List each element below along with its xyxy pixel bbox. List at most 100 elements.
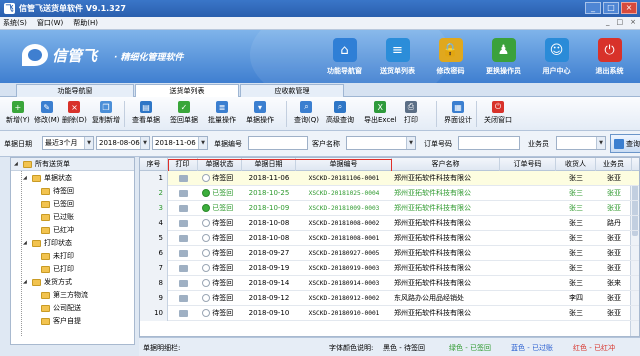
status-dot-icon (202, 309, 210, 317)
toolbar-button[interactable]: ⎙ 打印 (404, 101, 418, 127)
print-cell[interactable] (168, 246, 198, 261)
banner-nav-item[interactable]: ☺ 用户中心 (530, 34, 583, 80)
print-cell[interactable] (168, 306, 198, 321)
print-cell[interactable] (168, 261, 198, 276)
table-row[interactable]: 2 已签回 2018-10-25 XSCKD-20181025-0004 郑州亚拓软件… (140, 186, 639, 201)
toolbar-button[interactable]: ▾ 单据操作 (246, 101, 274, 127)
tree-group[interactable]: ◢ 发货方式 (23, 276, 72, 288)
toolbar-button[interactable]: + 新增(Y) (6, 101, 30, 127)
customer-input[interactable]: ▼ (346, 136, 416, 150)
salesperson-input[interactable]: ▼ (556, 136, 606, 150)
table-row[interactable]: 10 待签回 2018-09-10 XSCKD-20180910-0001 郑州亚拓软… (140, 306, 639, 321)
code-cell: XSCKD-20180919-0003 (308, 265, 380, 272)
menu-system[interactable]: 系统(S) (3, 18, 27, 28)
query-button[interactable]: 查询 (610, 134, 640, 153)
banner-nav-item[interactable]: ♟ 更换操作员 (477, 34, 530, 80)
column-header[interactable]: 序号 (140, 158, 168, 171)
tab-function-nav[interactable]: 功能导航窗 (16, 84, 134, 97)
legend-signed: 绿色 - 已签回 (449, 344, 491, 352)
print-cell[interactable] (168, 201, 198, 216)
tree-item[interactable]: 客户自提 (41, 315, 81, 327)
menu-help[interactable]: 帮助(H) (73, 18, 98, 28)
order-cell (502, 231, 556, 246)
tree-item[interactable]: 已签回 (41, 198, 74, 210)
banner-nav-item[interactable]: ⌂ 功能导航窗 (318, 34, 371, 80)
customer-cell: 郑州亚拓软件科技有限公 (394, 174, 471, 182)
toolbar-button[interactable]: ✓ 签回单据 (170, 101, 198, 127)
maximize-button[interactable]: □ (603, 2, 619, 14)
chevron-down-icon: ▼ (140, 137, 149, 149)
tree-item[interactable]: 公司配送 (41, 302, 81, 314)
minimize-button[interactable]: _ (585, 2, 601, 14)
tree-item-label: 已红冲 (53, 226, 74, 234)
date-from-field[interactable]: 2018-08-06 ▼ (96, 136, 150, 150)
row-number: 7 (140, 261, 168, 276)
print-cell[interactable] (168, 171, 198, 186)
toolbar-button[interactable]: × 删除(D) (62, 101, 87, 127)
table-row[interactable]: 7 待签回 2018-09-19 XSCKD-20180919-0003 郑州亚拓软件… (140, 261, 639, 276)
menu-window[interactable]: 窗口(W) (37, 18, 63, 28)
table-row[interactable]: 3 已签回 2018-10-09 XSCKD-20181009-0003 郑州亚拓软件… (140, 201, 639, 216)
tree-group[interactable]: ◢ 单据状态 (23, 172, 72, 184)
column-header[interactable]: 业务员 (596, 158, 632, 171)
date-range-select[interactable]: 最近3个月 ▼ (42, 136, 94, 150)
column-header[interactable]: 客户名称 (392, 158, 500, 171)
table-row[interactable]: 8 待签回 2018-09-14 XSCKD-20180914-0003 郑州亚拓软件… (140, 276, 639, 291)
mdi-minimize-button[interactable]: _ (606, 18, 610, 26)
banner-nav-item[interactable]: ⏻ 退出系统 (583, 34, 636, 80)
table-row[interactable]: 9 待签回 2018-09-12 XSCKD-20180912-0002 东风路办公用… (140, 291, 639, 306)
tree-item[interactable]: 待签回 (41, 185, 74, 197)
tree-root[interactable]: ◢ 所有送货单 (11, 158, 134, 171)
toolbar-button[interactable]: X 导出Excel (364, 101, 397, 127)
order-no-input[interactable] (458, 136, 520, 150)
tree-item[interactable]: 第三方物流 (41, 289, 88, 301)
customer-label: 客户名称 (312, 140, 340, 148)
toolbar-button[interactable]: ▤ 查看单据 (132, 101, 160, 127)
tree-group[interactable]: ◢ 打印状态 (23, 237, 72, 249)
date-label: 单据日期 (4, 140, 32, 148)
close-button[interactable]: × (621, 2, 637, 14)
add-icon: + (11, 101, 24, 113)
table-row[interactable]: 5 待签回 2018-10-08 XSCKD-20181008-0001 郑州亚拓软件… (140, 231, 639, 246)
collapse-icon[interactable]: ◢ (23, 279, 29, 285)
column-header[interactable]: 收货人 (556, 158, 596, 171)
status-text: 待签回 (212, 219, 234, 227)
table-row[interactable]: 1 待签回 2018-11-06 XSCKD-20181106-0001 郑州亚拓软件… (140, 171, 639, 186)
column-header[interactable]: 订单号码 (500, 158, 556, 171)
user-center-icon: ☺ (544, 38, 569, 62)
print-cell[interactable] (168, 186, 198, 201)
mdi-restore-button[interactable]: □ (617, 18, 624, 26)
tree-item[interactable]: 已过账 (41, 211, 74, 223)
toolbar-button[interactable]: ▦ 界面设计 (444, 101, 472, 127)
toolbar-button[interactable]: ✎ 修改(M) (34, 101, 60, 127)
tree-item-label: 已签回 (53, 200, 74, 208)
tree-item[interactable]: 未打印 (41, 250, 74, 262)
print-cell[interactable] (168, 231, 198, 246)
excel-icon: X (374, 101, 387, 113)
toolbar-button[interactable]: ❐ 复制新增 (92, 101, 120, 127)
tree-group-label: 打印状态 (44, 239, 72, 247)
print-cell[interactable] (168, 291, 198, 306)
table-row[interactable]: 4 待签回 2018-10-08 XSCKD-20181008-0002 郑州亚拓软件… (140, 216, 639, 231)
tree-item[interactable]: 已打印 (41, 263, 74, 275)
banner-nav-item[interactable]: ≡ 送货单列表 (371, 34, 424, 80)
collapse-icon[interactable]: ◢ (14, 161, 20, 167)
toolbar-button[interactable]: ⏻ 关闭窗口 (484, 101, 512, 127)
collapse-icon[interactable]: ◢ (23, 175, 29, 181)
doc-no-input[interactable] (248, 136, 308, 150)
tree-item[interactable]: 已红冲 (41, 224, 74, 236)
toolbar-button[interactable]: ≣ 批量操作 (208, 101, 236, 127)
toolbar-button-label: 关闭窗口 (484, 116, 512, 124)
toolbar-button[interactable]: ⌕ 高级查询 (326, 101, 354, 127)
tab-receivables[interactable]: 应收款管理 (240, 84, 344, 97)
chevron-down-icon: ▼ (596, 137, 605, 149)
collapse-icon[interactable]: ◢ (23, 240, 29, 246)
mdi-close-button[interactable]: × (630, 18, 636, 26)
banner-nav-item[interactable]: 🔒 修改密码 (424, 34, 477, 80)
tab-delivery-list[interactable]: 送货单列表 (135, 84, 239, 98)
print-cell[interactable] (168, 276, 198, 291)
toolbar-button[interactable]: ⌕ 查询(Q) (294, 101, 319, 127)
print-cell[interactable] (168, 216, 198, 231)
date-to-field[interactable]: 2018-11-06 ▼ (152, 136, 208, 150)
table-row[interactable]: 6 待签回 2018-09-27 XSCKD-20180927-0005 郑州亚拓软件… (140, 246, 639, 261)
